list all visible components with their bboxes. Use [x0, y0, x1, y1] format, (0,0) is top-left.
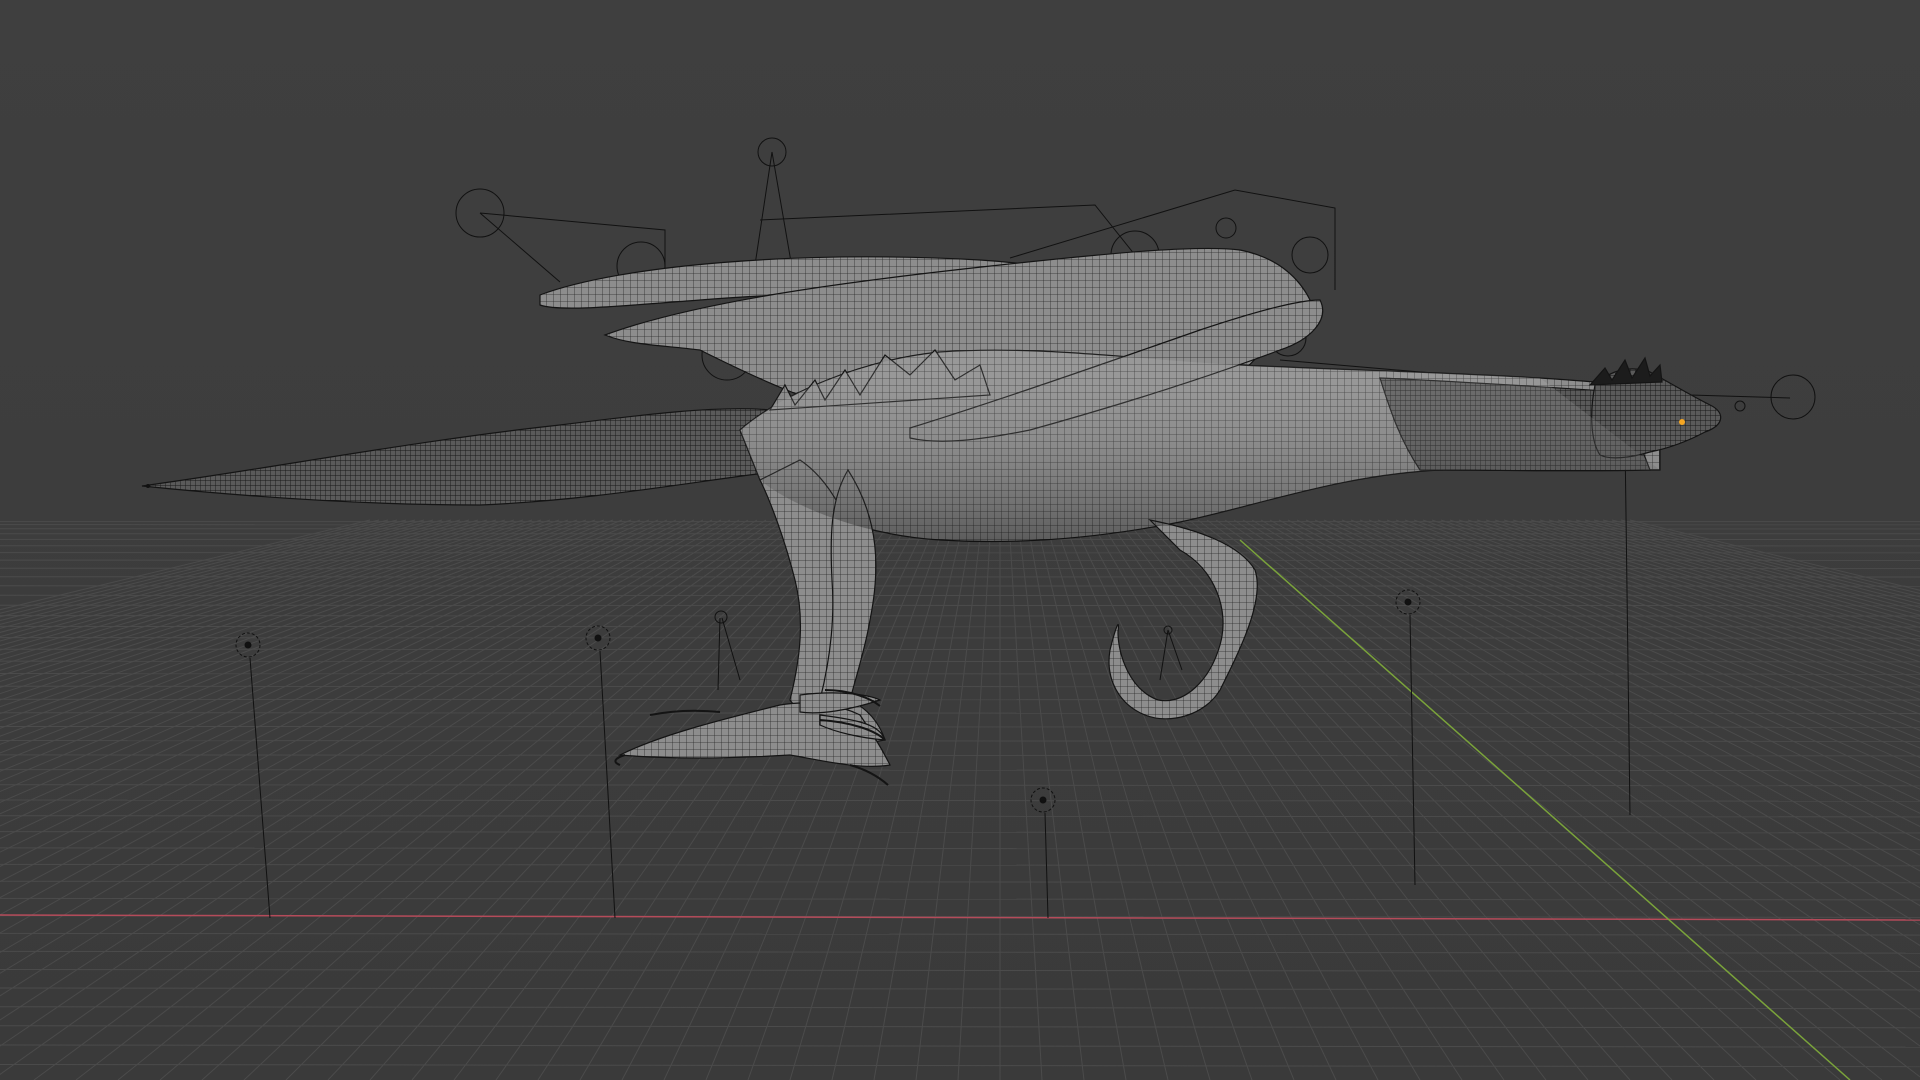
grid-line: [0, 1063, 1920, 1068]
bone-control-circle[interactable]: [1734, 400, 1746, 412]
grid-line: [1512, 519, 1920, 642]
dragon-front-limb[interactable]: [1108, 519, 1258, 720]
grid-line: [1350, 519, 1920, 769]
grid-line: [1035, 519, 1169, 1080]
grid-line: [0, 863, 1920, 867]
bone-control-circle[interactable]: [1215, 217, 1237, 239]
grid-line: [1620, 519, 1920, 595]
grid-line: [0, 1006, 1920, 1010]
grid-line: [1179, 519, 1841, 1080]
grid-line: [1485, 519, 1920, 657]
dragon-eye: [1679, 419, 1685, 425]
grid-line: [1188, 519, 1883, 1080]
grid-line: [0, 784, 1920, 787]
grid-line: [1062, 519, 1295, 1080]
grid-line: [1134, 519, 1631, 1080]
mesh-shading: [740, 350, 1660, 542]
dragon-tail[interactable]: [141, 408, 791, 506]
grid-line: [1107, 519, 1505, 1080]
bone-control-circle[interactable]: [1291, 236, 1329, 274]
grid-line: [0, 987, 1920, 991]
y-axis-line: [1239, 539, 1851, 1080]
grid-line: [0, 1025, 1920, 1029]
dragon-mesh[interactable]: [141, 247, 1722, 786]
grid-line: [1386, 519, 1920, 731]
grid-line: [0, 754, 1920, 757]
grid-line: [1422, 519, 1920, 700]
grid-line: [0, 685, 1920, 688]
3d-viewport[interactable]: [0, 0, 1920, 1080]
light-icon[interactable]: [235, 632, 271, 919]
grid-line: [0, 950, 1920, 954]
grid-line: [1341, 519, 1920, 779]
grid-line: [0, 815, 1920, 818]
floor-grid: [0, 519, 1920, 1080]
grid-line: [1125, 519, 1589, 1080]
grid-line: [0, 725, 1920, 728]
light-icon[interactable]: [1395, 589, 1421, 886]
tail-tip-vertex: [146, 484, 150, 488]
grid-line: [0, 847, 1920, 850]
grid-line: [957, 519, 992, 1080]
grid-line: [1431, 519, 1920, 694]
grid-line: [0, 740, 1920, 742]
dragon-horns[interactable]: [1588, 356, 1663, 386]
grid-line: [1521, 519, 1920, 637]
grid-line: [0, 897, 1920, 901]
grid-line: [0, 880, 1920, 884]
grid-line: [915, 519, 983, 1080]
grid-line: [1260, 519, 1920, 907]
viewport-canvas[interactable]: [0, 0, 1920, 1080]
grid-line: [1602, 519, 1920, 601]
grid-line: [1008, 519, 1043, 1080]
grid-line: [0, 932, 1920, 936]
grid-line: [0, 698, 1920, 701]
grid-line: [1044, 519, 1211, 1080]
grid-line: [1242, 519, 1920, 947]
grid-line: [1170, 519, 1799, 1080]
grid-line: [1629, 519, 1920, 591]
grid-line: [1116, 519, 1547, 1080]
bone-control-circle[interactable]: [1770, 374, 1816, 420]
grid-line: [1017, 519, 1085, 1080]
grid-line: [1206, 519, 1920, 1047]
grid-line: [1233, 519, 1920, 969]
grid-line: [1440, 519, 1920, 687]
grid-line: [0, 799, 1920, 802]
grid-line: [1539, 519, 1920, 628]
